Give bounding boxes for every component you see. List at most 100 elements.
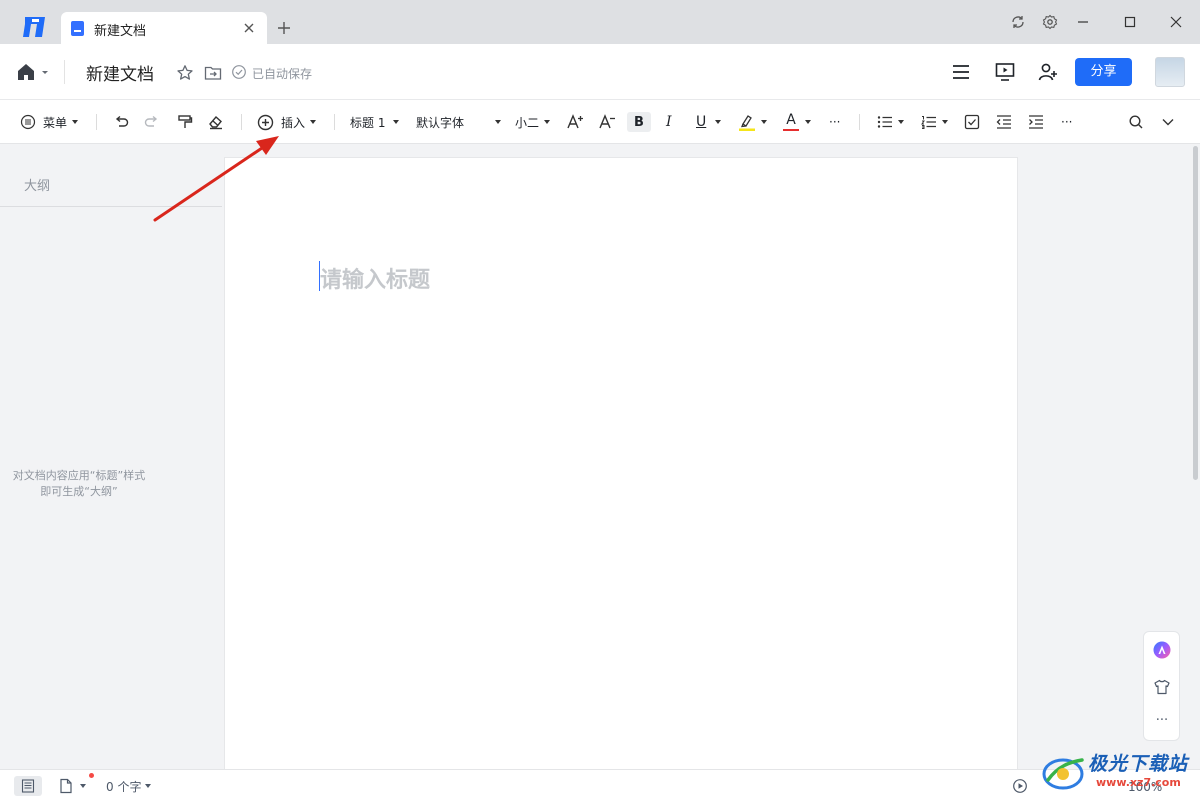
decrease-font-button[interactable] bbox=[598, 112, 616, 132]
home-icon[interactable] bbox=[16, 62, 52, 82]
highlight-color-bar bbox=[739, 128, 755, 131]
doc-icon bbox=[71, 21, 84, 36]
numbered-list-button[interactable] bbox=[920, 112, 948, 132]
avatar[interactable] bbox=[1155, 57, 1185, 87]
chevron-down-icon bbox=[544, 120, 551, 124]
undo-button[interactable] bbox=[112, 112, 130, 132]
font-family-select[interactable]: 默认字体 bbox=[416, 112, 501, 132]
star-icon[interactable] bbox=[176, 64, 194, 82]
collapse-toolbar-button[interactable] bbox=[1159, 112, 1177, 132]
chevron-down-icon bbox=[310, 120, 317, 124]
chevron-down-icon bbox=[80, 784, 86, 788]
chevron-down-icon bbox=[761, 120, 767, 124]
outline-toggle-button[interactable] bbox=[14, 776, 42, 796]
outline-divider bbox=[0, 206, 222, 207]
app-logo-icon[interactable] bbox=[22, 15, 48, 39]
title-bar: 新建文档 bbox=[0, 0, 1200, 44]
word-count-button[interactable]: 0 个字 bbox=[106, 778, 152, 794]
more-format-button[interactable]: ··· bbox=[829, 112, 840, 132]
underline-button[interactable]: U bbox=[696, 112, 722, 132]
font-increase-icon bbox=[567, 114, 583, 129]
plus-icon[interactable] bbox=[276, 20, 292, 36]
font-color-glyph: A bbox=[786, 111, 796, 128]
font-color-bar bbox=[783, 128, 799, 132]
plus-circle-icon bbox=[257, 114, 274, 130]
vertical-scrollbar[interactable] bbox=[1193, 146, 1198, 480]
document-title[interactable]: 新建文档 bbox=[86, 60, 154, 85]
title-input[interactable]: 请输入标题 bbox=[320, 262, 430, 294]
floating-tools-panel: ··· bbox=[1143, 631, 1180, 741]
chevron-down-icon bbox=[898, 120, 904, 124]
outline-hint-line2: 即可生成“大纲” bbox=[40, 485, 118, 498]
indent-button[interactable] bbox=[1027, 112, 1045, 132]
chevron-down-icon bbox=[393, 120, 400, 124]
underline-glyph: U bbox=[696, 114, 707, 130]
redo-button[interactable] bbox=[143, 112, 161, 132]
highlighter-icon bbox=[739, 115, 755, 131]
chevron-down-icon bbox=[942, 120, 948, 124]
insert-button[interactable]: 插入 bbox=[257, 112, 317, 132]
sync-icon[interactable] bbox=[1010, 14, 1026, 30]
outline-hint: 对文档内容应用“标题”样式 即可生成“大纲” bbox=[0, 468, 158, 500]
bullet-list-icon bbox=[877, 116, 892, 128]
menu-circle-icon bbox=[20, 114, 36, 130]
heading-style-select[interactable]: 标题 1 bbox=[350, 112, 400, 132]
document-page[interactable]: 请输入标题 bbox=[224, 157, 1018, 769]
file-icon bbox=[60, 778, 72, 794]
font-size-value: 小二 bbox=[515, 115, 540, 130]
redo-icon bbox=[144, 115, 158, 127]
bullet-list-button[interactable] bbox=[876, 112, 904, 132]
more-button[interactable]: ··· bbox=[1153, 712, 1171, 730]
font-size-select[interactable]: 小二 bbox=[515, 112, 551, 132]
add-user-icon[interactable] bbox=[1037, 61, 1059, 83]
watermark-url: www.xz7.com bbox=[1096, 776, 1181, 789]
close-icon[interactable] bbox=[241, 20, 257, 36]
play-icon[interactable] bbox=[1012, 778, 1028, 794]
highlight-button[interactable] bbox=[739, 112, 767, 132]
more-tools-button[interactable]: ··· bbox=[1061, 112, 1072, 132]
check-circle-icon bbox=[232, 65, 246, 79]
outdent-button[interactable] bbox=[995, 112, 1013, 132]
chevron-down-icon bbox=[495, 120, 501, 124]
eraser-icon bbox=[209, 115, 222, 130]
gear-icon[interactable] bbox=[1042, 14, 1058, 30]
minimize-icon[interactable] bbox=[1075, 14, 1091, 30]
increase-font-button[interactable] bbox=[566, 112, 584, 132]
watermark-logo-icon bbox=[1042, 758, 1084, 790]
search-icon bbox=[1129, 115, 1143, 129]
toolbar-divider bbox=[334, 114, 335, 130]
font-decrease-icon bbox=[599, 114, 615, 129]
present-icon[interactable] bbox=[994, 61, 1016, 83]
format-painter-icon bbox=[178, 115, 193, 128]
document-info-button[interactable] bbox=[58, 778, 86, 794]
toolbar-divider bbox=[96, 114, 97, 130]
outline-hint-line1: 对文档内容应用“标题”样式 bbox=[12, 469, 146, 482]
format-toolbar: 菜单 插入 标题 1 默认字体 小二 B I U A ··· ··· bbox=[0, 100, 1200, 144]
undo-icon bbox=[115, 115, 129, 127]
window-close-icon[interactable] bbox=[1168, 14, 1184, 30]
clear-format-button[interactable] bbox=[207, 112, 225, 132]
task-list-button[interactable] bbox=[963, 112, 981, 132]
chevron-down-icon bbox=[1162, 119, 1174, 126]
search-button[interactable] bbox=[1127, 112, 1145, 132]
font-color-button[interactable]: A bbox=[783, 112, 811, 132]
tab-new-document[interactable]: 新建文档 bbox=[61, 12, 267, 44]
maximize-icon[interactable] bbox=[1122, 14, 1138, 30]
insert-label: 插入 bbox=[281, 115, 306, 130]
ai-assistant-icon[interactable] bbox=[1153, 641, 1171, 659]
bold-button[interactable]: B bbox=[627, 112, 651, 132]
move-icon[interactable] bbox=[204, 64, 222, 82]
theme-shirt-icon[interactable] bbox=[1153, 678, 1171, 696]
italic-button[interactable]: I bbox=[666, 112, 672, 132]
status-bar: 0 个字 100% bbox=[0, 769, 1200, 800]
font-family-value: 默认字体 bbox=[416, 115, 465, 130]
numbered-list-icon bbox=[921, 116, 936, 129]
outline-list-icon bbox=[21, 779, 35, 793]
menu-icon[interactable] bbox=[950, 61, 972, 83]
share-button[interactable]: 分享 bbox=[1075, 58, 1132, 86]
save-status: 已自动保存 bbox=[252, 67, 313, 81]
notification-dot bbox=[89, 773, 94, 778]
menu-button[interactable]: 菜单 bbox=[20, 112, 79, 132]
word-count: 0 个字 bbox=[106, 779, 142, 794]
format-painter-button[interactable] bbox=[176, 112, 194, 132]
